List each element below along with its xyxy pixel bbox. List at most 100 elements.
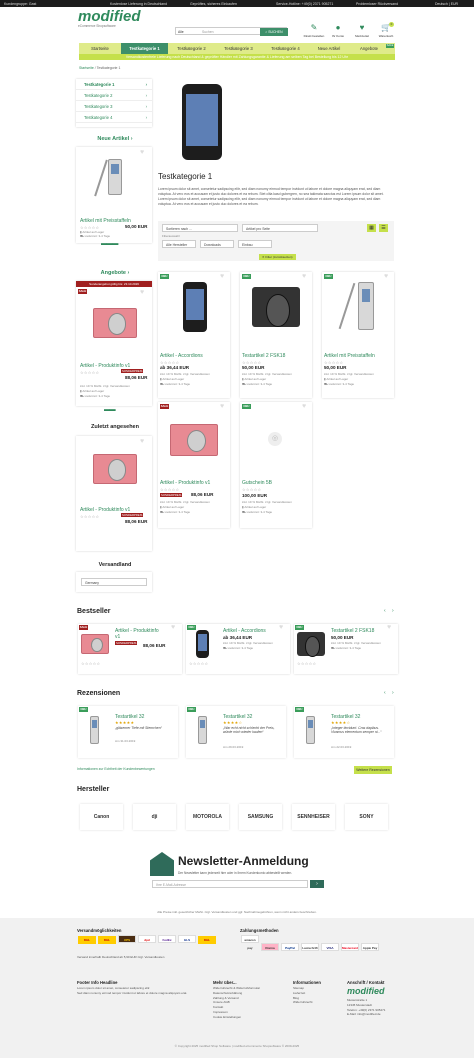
carousel-prev-icon[interactable]: ‹ [384,608,386,614]
rating-stars: ☆☆☆☆☆ [80,514,100,519]
brand-sony[interactable]: SONY [345,804,388,830]
sidebar-recent-card[interactable]: ♥ Artikel - Produktinfo v1 ☆☆☆☆☆ SONDERP… [76,436,152,551]
filter-reset-button[interactable]: ✕ Filter (zurücksetzen) [259,254,296,260]
shipping-country-select[interactable]: Germany [81,578,147,586]
product-card[interactable]: NEU ♥ Artikel mit Preisstaffeln ☆☆☆☆☆ 50… [322,272,394,398]
product-price: 50,00 EUR [331,635,354,640]
nav-category-1[interactable]: Testkategorie 1 [121,43,168,54]
product-name[interactable]: Artikel - Produktinfo v1 [115,628,165,641]
review-card[interactable]: NEU Testartikel 32 ★★★★★ „gläserner Tief… [78,706,178,758]
product-image[interactable] [297,632,325,657]
review-card[interactable]: NEU Testartikel 32 ★★★★☆ „Integer tincid… [294,706,394,758]
product-name[interactable]: Artikel mit Preisstaffeln [80,218,131,224]
product-name[interactable]: Artikel - Accordions [223,628,266,634]
brand-dji[interactable]: dji [133,804,176,830]
sidebar-offer-card[interactable]: Sonderangebot gültig bis: 23.10.2026 SAL… [76,281,152,406]
grid-view-icon[interactable]: ▦ [367,224,376,232]
footer-link[interactable]: Cookie Einstellungen [213,1015,260,1020]
filter-downloads-select[interactable]: Downloads [200,240,234,248]
more-reviews-button[interactable]: Weitere Rezensionen [354,766,392,774]
brand-canon[interactable]: Canon [80,804,123,830]
brand-sennheiser[interactable]: SENNHEISER [292,804,335,830]
nav-category-3[interactable]: Testkategorie 3 [215,43,262,54]
wishlist-heart-icon[interactable]: ♥ [220,273,224,282]
product-card[interactable]: SALE ♥ Artikel - Produktinfo v1 ☆☆☆☆☆ SO… [158,402,230,528]
language-currency-select[interactable]: Deutsch | EUR [435,2,458,6]
product-image[interactable] [198,716,207,744]
wishlist-heart-icon[interactable]: ♥ [171,624,175,633]
review-card[interactable]: NEU Testartikel 32 ★★★★☆ „War echt nicht… [186,706,286,758]
nav-home[interactable]: Startseite [79,43,121,54]
product-card[interactable]: NEU ♥ Artikel - Accordions ☆☆☆☆☆ ab 36,4… [158,272,230,398]
filter-installation-select[interactable]: Einbau [238,240,272,248]
product-image[interactable] [93,454,137,484]
wishlist-heart-icon[interactable]: ♥ [140,289,144,298]
product-image[interactable] [90,716,99,744]
nav-category-4[interactable]: Testkategorie 4 [262,43,309,54]
product-price: 50,00 EUR [125,224,148,229]
sidebar-category-4[interactable]: Testkategorie 4 › [76,112,152,123]
product-name[interactable]: Artikel - Accordions [160,353,203,359]
product-image[interactable] [358,282,374,330]
sidebar-category-3[interactable]: Testkategorie 3 › [76,101,152,112]
newsletter-submit-button[interactable]: › [310,880,324,888]
product-image[interactable] [183,282,207,332]
wishlist-heart-icon[interactable]: ♥ [387,624,391,633]
product-name[interactable]: Testartikel 2 FSK18 [331,628,374,634]
product-image[interactable] [81,634,109,654]
bestseller-title: Bestseller [77,608,111,615]
product-name[interactable]: Gutschein 5B [242,480,272,486]
product-card[interactable]: NEU ♥ ◎ Gutschein 5B ☆☆☆☆☆ 100,00 EUR in… [240,402,312,528]
bestseller-card[interactable]: NEU ♥ Artikel - Accordions ab 36,44 EUR … [186,624,290,674]
wishlist-heart-icon[interactable]: ♥ [302,403,306,412]
sidebar-offers-title[interactable]: Angebote › [79,270,151,277]
bestseller-card[interactable]: NEU ♥ Testartikel 2 FSK18 50,00 EUR inkl… [294,624,398,674]
product-image[interactable] [196,630,209,658]
sort-select[interactable]: Sortieren nach ... [162,224,238,232]
wishlist-heart-icon[interactable]: ♥ [220,403,224,412]
product-image[interactable] [93,308,137,338]
delivery-time: ⛟ Lieferzeit: 3-4 Tage [80,394,111,398]
product-name[interactable]: Artikel - Produktinfo v1 [160,480,210,486]
nav-category-2[interactable]: Testkategorie 2 [168,43,215,54]
footer-link[interactable]: Widerrufsrecht [293,1000,313,1005]
product-name[interactable]: Artikel mit Preisstaffeln [324,353,375,359]
sidebar-new-title[interactable]: Neue Artikel › [79,136,151,143]
breadcrumb-home[interactable]: Startseite [79,66,94,70]
search-button[interactable]: ⌕ SUCHEN [260,27,288,36]
product-image[interactable] [252,287,300,327]
wishlist-heart-icon[interactable]: ♥ [140,149,144,158]
bestseller-card[interactable]: SALE ♥ Artikel - Produktinfo v1 ☆☆☆☆☆ SO… [78,624,182,674]
carousel-next-icon[interactable]: › [392,608,394,614]
wishlist-heart-icon[interactable]: ♥ [140,438,144,447]
sidebar-category-2[interactable]: Testkategorie 2 › [76,90,152,101]
sidebar-category-1[interactable]: Testkategorie 1 › [76,79,152,90]
product-image[interactable] [108,159,122,195]
wishlist-heart-icon[interactable]: ♥ [279,624,283,633]
review-authenticity-link[interactable]: Informationen zur Echtheit der Kundenbew… [77,767,155,771]
sidebar-new-card[interactable]: ♥ Artikel mit Preisstaffeln ☆☆☆☆☆ 50,00 … [76,147,152,243]
list-view-icon[interactable]: ☰ [379,224,388,232]
newsletter-email-input[interactable]: Ihre E-Mail-Adresse [152,880,308,888]
product-price: 88,06 EUR [125,375,148,380]
wishlist-heart-icon[interactable]: ♥ [302,273,306,282]
logo[interactable]: modified eCommerce Shopsoftware [78,9,141,28]
slider-dots[interactable]: ▬ ▬ [104,407,116,415]
product-image[interactable] [306,716,315,744]
carousel-next-icon[interactable]: › [392,690,394,696]
brand-samsung[interactable]: SAMSUNG [239,804,282,830]
per-page-select[interactable]: Artikel pro Seite [242,224,318,232]
no-image-icon[interactable]: ◎ [268,432,282,446]
product-image[interactable] [170,424,218,456]
brand-motorola[interactable]: MOTOROLA [186,804,229,830]
search-input[interactable]: Suchen [202,30,214,34]
product-name[interactable]: Testartikel 2 FSK18 [242,353,285,359]
wishlist-heart-icon[interactable]: ♥ [384,273,388,282]
nav-new-products[interactable]: Neue Artikel [309,43,349,54]
slider-dots[interactable]: ▬ ▬ ▬ [101,241,118,249]
carousel-prev-icon[interactable]: ‹ [384,690,386,696]
search-category-select[interactable]: Alle [178,30,184,34]
nav-offers[interactable]: Angebote [349,43,389,54]
filter-manufacturer-select[interactable]: Alle Hersteller [162,240,196,248]
product-card[interactable]: NEU ♥ Testartikel 2 FSK18 ☆☆☆☆☆ 50,00 EU… [240,272,312,398]
